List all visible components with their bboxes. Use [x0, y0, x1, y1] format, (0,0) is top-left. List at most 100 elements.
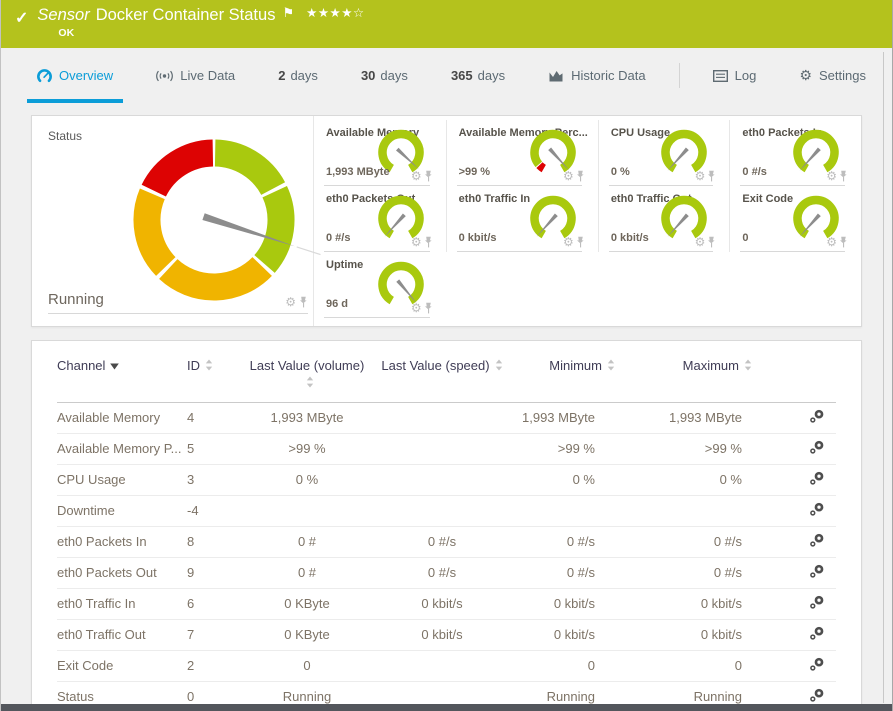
gauge-cell-eth0-packets-in: eth0 Packets In 0 #/s ⚙	[729, 120, 861, 186]
column-header-id[interactable]: ID	[187, 341, 247, 403]
cell-speed	[367, 433, 517, 465]
row-actions-cell	[797, 464, 836, 496]
gauge-cell-eth0-packets-out: eth0 Packets Out 0 #/s ⚙	[314, 186, 446, 252]
channel-settings-icon[interactable]	[809, 409, 825, 424]
flag-icon[interactable]: ⚑	[282, 5, 294, 21]
gear-icon[interactable]: ⚙	[695, 170, 706, 182]
pin-icon[interactable]	[839, 236, 848, 248]
gear-icon[interactable]: ⚙	[285, 296, 296, 308]
tab-settings[interactable]: ⚙ Settings	[789, 48, 876, 103]
pin-icon[interactable]	[299, 296, 308, 308]
column-header-min[interactable]: Minimum	[517, 341, 657, 403]
column-header-volume[interactable]: Last Value (volume)	[247, 341, 367, 403]
tab-2-days[interactable]: 2 days	[268, 48, 328, 103]
cell-volume: >99 %	[247, 433, 367, 465]
pin-icon[interactable]	[839, 170, 848, 182]
cell-channel[interactable]: eth0 Packets Out	[57, 557, 187, 589]
tab-number: 365	[450, 68, 473, 83]
cell-min: 0 #/s	[517, 557, 657, 589]
gear-icon[interactable]: ⚙	[563, 170, 574, 182]
priority-stars[interactable]: ★★★★☆	[306, 5, 365, 20]
tab-30-days[interactable]: 30 days	[351, 48, 418, 103]
pin-icon[interactable]	[424, 302, 433, 314]
cell-volume: 0 #	[247, 526, 367, 558]
gear-icon[interactable]: ⚙	[826, 170, 837, 182]
status-gauge-cell: Status Running ⚙	[32, 116, 321, 326]
row-actions-cell	[797, 402, 836, 434]
pin-icon[interactable]	[424, 236, 433, 248]
cell-speed: 0 kbit/s	[367, 588, 517, 620]
gear-icon[interactable]: ⚙	[563, 236, 574, 248]
settings-icon: ⚙	[799, 67, 812, 84]
channel-settings-icon[interactable]	[809, 471, 825, 486]
cell-min: 0 %	[517, 464, 657, 496]
cell-channel[interactable]: Downtime	[57, 495, 187, 527]
column-header-max[interactable]: Maximum	[657, 341, 797, 403]
window-right-edge	[883, 52, 884, 703]
cell-channel[interactable]: eth0 Traffic Out	[57, 619, 187, 651]
channel-settings-icon[interactable]	[809, 595, 825, 610]
gear-icon[interactable]: ⚙	[411, 170, 422, 182]
column-header-channel[interactable]: Channel	[57, 341, 187, 403]
tab-label: days	[477, 68, 506, 83]
tab-overview[interactable]: Overview	[27, 48, 124, 103]
cell-id: 5	[187, 433, 247, 465]
sensor-header: ✓ Sensor Docker Container Status ⚑ ★★★★☆…	[1, 0, 892, 48]
channel-settings-icon[interactable]	[809, 533, 825, 548]
table-row: CPU Usage 3 0 % 0 % 0 %	[57, 464, 836, 496]
column-header-speed[interactable]: Last Value (speed)	[367, 341, 517, 403]
channel-settings-icon[interactable]	[809, 657, 825, 672]
tab-number: 2	[278, 68, 286, 83]
status-badge: OK	[58, 27, 75, 39]
pin-icon[interactable]	[576, 236, 585, 248]
cell-channel[interactable]: CPU Usage	[57, 464, 187, 496]
cell-min: 0 kbit/s	[517, 619, 657, 651]
cell-volume: 0 #	[247, 557, 367, 589]
cell-id: 8	[187, 526, 247, 558]
cell-id: 9	[187, 557, 247, 589]
gauge-value: 0 #/s	[326, 232, 351, 244]
pin-icon[interactable]	[424, 170, 433, 182]
tab-live-data[interactable]: Live Data	[146, 48, 245, 103]
cell-channel[interactable]: Available Memory	[57, 402, 187, 434]
gauge-cell-exit-code: Exit Code 0 ⚙	[729, 186, 861, 252]
row-actions-cell	[797, 526, 836, 558]
tab-label: Historic Data	[571, 68, 646, 83]
gauge-value: 0 %	[610, 166, 630, 178]
cell-id: 3	[187, 464, 247, 496]
tab-label: days	[290, 68, 318, 83]
cell-max	[657, 495, 797, 527]
table-row: eth0 Packets In 8 0 #0 #/s 0 #/s 0 #/s	[57, 526, 836, 558]
pin-icon[interactable]	[707, 236, 716, 248]
tab-365-days[interactable]: 365 days	[441, 48, 515, 103]
channel-settings-icon[interactable]	[809, 564, 825, 579]
cell-channel[interactable]: eth0 Packets In	[57, 526, 187, 558]
gauge-value: 96 d	[326, 298, 349, 310]
channel-settings-icon[interactable]	[809, 502, 825, 517]
tab-log[interactable]: Log	[703, 48, 767, 103]
gear-icon[interactable]: ⚙	[695, 236, 706, 248]
column-label: Last Value (speed)	[381, 358, 490, 373]
channel-settings-icon[interactable]	[809, 626, 825, 641]
channel-settings-icon[interactable]	[809, 688, 825, 703]
row-actions-cell	[797, 557, 836, 589]
gear-icon[interactable]: ⚙	[826, 236, 837, 248]
bottom-scrollbar[interactable]	[1, 704, 892, 711]
cell-max: 0 kbit/s	[657, 619, 797, 651]
cell-volume: 1,993 MByte	[247, 402, 367, 434]
cell-volume	[247, 495, 367, 527]
status-panel: Status Running ⚙ Available Memory 1,993 M…	[31, 115, 862, 327]
cell-speed: 0 #/s	[367, 557, 517, 589]
pin-icon[interactable]	[707, 170, 716, 182]
gauge-value: 0	[742, 232, 749, 244]
tab-historic-data[interactable]: Historic Data	[538, 48, 655, 103]
cell-max: 0 %	[657, 464, 797, 496]
cell-channel[interactable]: Exit Code	[57, 650, 187, 682]
channel-settings-icon[interactable]	[809, 440, 825, 455]
gear-icon[interactable]: ⚙	[411, 302, 422, 314]
cell-channel[interactable]: eth0 Traffic In	[57, 588, 187, 620]
column-label: Maximum	[682, 358, 739, 373]
gear-icon[interactable]: ⚙	[411, 236, 422, 248]
cell-channel[interactable]: Available Memory P...	[57, 433, 187, 465]
pin-icon[interactable]	[576, 170, 585, 182]
